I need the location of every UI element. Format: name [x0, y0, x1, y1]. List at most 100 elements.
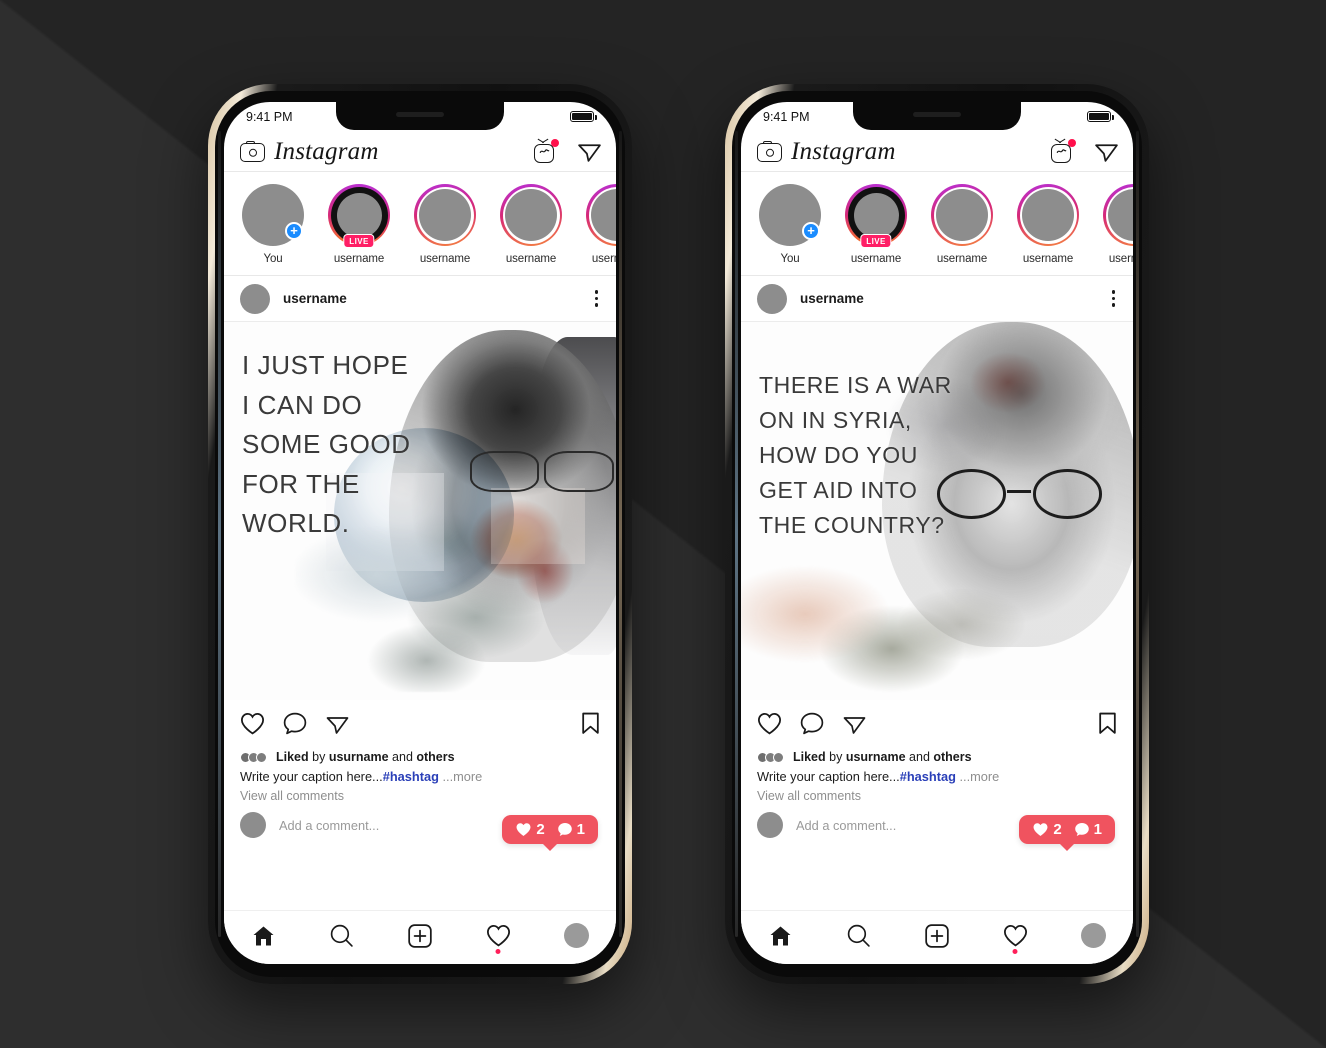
- phone-mockup-right: 9:41 PM Instagram + You LIVE username us…: [725, 84, 1149, 984]
- camera-icon[interactable]: [757, 141, 782, 162]
- add-comment-row[interactable]: Add a comment... 2 1: [741, 803, 1133, 844]
- add-comment-placeholder[interactable]: Add a comment...: [279, 818, 379, 833]
- bottom-tab-bar[interactable]: [741, 910, 1133, 964]
- speech-bubble-icon[interactable]: [800, 712, 824, 740]
- caption-more-link[interactable]: ...more: [956, 769, 999, 784]
- caption-more-link[interactable]: ...more: [439, 769, 482, 784]
- tab-activity[interactable]: [473, 916, 523, 956]
- post-quote-text: THERE IS A WAR ON IN SYRIA, HOW DO YOU G…: [759, 368, 952, 543]
- view-all-comments-link[interactable]: View all comments: [741, 784, 1133, 803]
- instagram-wordmark: Instagram: [274, 137, 379, 165]
- view-all-comments-link[interactable]: View all comments: [224, 784, 616, 803]
- stories-tray[interactable]: + You LIVE username username username us…: [741, 172, 1133, 276]
- battery-full-icon: [1087, 111, 1114, 122]
- tab-profile[interactable]: [552, 916, 602, 956]
- tab-profile[interactable]: [1069, 916, 1119, 956]
- magnifier-icon: [847, 924, 870, 947]
- liked-by-mid: by: [825, 750, 846, 764]
- tab-home[interactable]: [238, 916, 288, 956]
- caption-hashtag[interactable]: #hashtag: [900, 769, 956, 784]
- story-label: username: [850, 253, 902, 265]
- comment-count: 1: [1093, 821, 1102, 838]
- battery-full-icon: [570, 111, 597, 122]
- like-count-group: 2: [515, 821, 545, 838]
- post-image[interactable]: THERE IS A WAR ON IN SYRIA, HOW DO YOU G…: [741, 322, 1133, 700]
- story-item-you[interactable]: + You: [759, 184, 821, 265]
- avatar[interactable]: [757, 283, 787, 314]
- avatar: [590, 188, 616, 242]
- story-item-live[interactable]: LIVE username: [328, 184, 390, 265]
- caption-hashtag[interactable]: #hashtag: [383, 769, 439, 784]
- story-item[interactable]: username: [586, 184, 616, 265]
- eyeglasses-icon: [933, 469, 1105, 519]
- camera-icon[interactable]: [240, 141, 265, 162]
- post-actions: [741, 700, 1133, 746]
- igtv-icon[interactable]: [534, 138, 559, 163]
- post-username[interactable]: username: [283, 291, 347, 306]
- paper-plane-icon[interactable]: [577, 140, 602, 163]
- liked-by-text: Liked by usurname and others: [276, 750, 455, 764]
- paper-plane-icon[interactable]: [842, 713, 867, 740]
- post-header: username: [741, 276, 1133, 322]
- quote-line: WORLD.: [242, 508, 350, 539]
- tab-add-post[interactable]: [395, 916, 445, 956]
- story-label: username: [419, 253, 471, 265]
- add-story-plus-icon[interactable]: +: [802, 222, 820, 240]
- comment-count: 1: [576, 821, 585, 838]
- story-item[interactable]: username: [1103, 184, 1133, 265]
- story-label: username: [1108, 253, 1133, 265]
- bottom-tab-bar[interactable]: [224, 910, 616, 964]
- liker-username[interactable]: usurname: [846, 750, 906, 764]
- avatar[interactable]: [240, 283, 270, 314]
- story-item-live[interactable]: LIVE username: [845, 184, 907, 265]
- comment-filled-icon: [1074, 823, 1089, 836]
- story-label: username: [505, 253, 557, 265]
- post-header: username: [224, 276, 616, 322]
- avatar: [240, 812, 266, 838]
- eyeglasses-icon: [469, 450, 614, 493]
- post-username[interactable]: username: [800, 291, 864, 306]
- heart-filled-icon: [516, 823, 531, 836]
- tab-add-post[interactable]: [912, 916, 962, 956]
- igtv-icon[interactable]: [1051, 138, 1076, 163]
- activity-notification-dot: [495, 948, 501, 954]
- post-image[interactable]: I JUST HOPE I CAN DO SOME GOOD FOR THE W…: [224, 322, 616, 700]
- story-item-you[interactable]: + You: [242, 184, 304, 265]
- speech-bubble-icon[interactable]: [283, 712, 307, 740]
- add-comment-row[interactable]: Add a comment... 2 1: [224, 803, 616, 844]
- quote-line: HOW DO YOU: [759, 441, 918, 468]
- paper-plane-icon[interactable]: [325, 713, 350, 740]
- quote-line: I CAN DO: [242, 389, 363, 420]
- heart-icon[interactable]: [240, 712, 265, 740]
- profile-avatar-icon[interactable]: [1081, 923, 1107, 948]
- kebab-menu-icon[interactable]: [1111, 290, 1119, 307]
- avatar: [935, 188, 989, 242]
- liked-by-others[interactable]: others: [933, 750, 971, 764]
- profile-avatar-icon[interactable]: [564, 923, 590, 948]
- activity-notification-dot: [1012, 948, 1018, 954]
- tab-search[interactable]: [317, 916, 367, 956]
- tab-activity[interactable]: [990, 916, 1040, 956]
- liker-username[interactable]: usurname: [329, 750, 389, 764]
- tab-search[interactable]: [834, 916, 884, 956]
- heart-filled-icon: [1033, 823, 1048, 836]
- quote-line: THERE IS A WAR: [759, 372, 952, 398]
- heart-icon[interactable]: [757, 712, 782, 740]
- liked-by-others[interactable]: others: [416, 750, 454, 764]
- paper-plane-icon[interactable]: [1094, 140, 1119, 163]
- bookmark-icon[interactable]: [1098, 712, 1117, 740]
- add-story-plus-icon[interactable]: +: [285, 222, 303, 240]
- story-item[interactable]: username: [931, 184, 993, 265]
- add-comment-placeholder[interactable]: Add a comment...: [796, 818, 896, 833]
- story-item[interactable]: username: [414, 184, 476, 265]
- tab-home[interactable]: [755, 916, 805, 956]
- stories-tray[interactable]: + You LIVE username username username us…: [224, 172, 616, 276]
- bookmark-icon[interactable]: [581, 712, 600, 740]
- kebab-menu-icon[interactable]: [594, 290, 602, 307]
- heart-icon: [1003, 925, 1027, 947]
- story-item[interactable]: username: [500, 184, 562, 265]
- avatar: [853, 192, 899, 238]
- story-item[interactable]: username: [1017, 184, 1079, 265]
- live-badge: LIVE: [860, 234, 892, 248]
- avatar: [1021, 188, 1075, 242]
